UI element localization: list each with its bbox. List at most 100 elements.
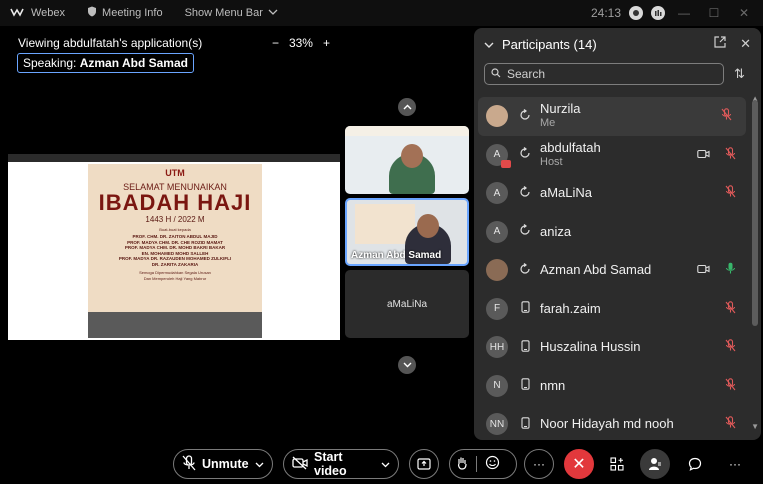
poster-name: DR. ZARITA ZAKARIA [151, 261, 199, 267]
participant-scrollbar[interactable] [752, 100, 758, 326]
shared-content-area: Viewing abdulfatah's application(s) − 33… [8, 28, 340, 440]
chat-icon [688, 457, 702, 471]
participant-row[interactable]: Aaniza [474, 213, 750, 252]
participant-name-block: aniza [540, 223, 572, 239]
close-window-icon[interactable]: ✕ [733, 6, 755, 20]
zoom-out-button[interactable]: − [272, 36, 279, 50]
scroll-down-arrow-icon[interactable]: ▼ [751, 422, 759, 431]
sync-icon [518, 262, 532, 278]
ellipsis-icon: ··· [729, 457, 741, 471]
show-menu-bar-button[interactable]: Show Menu Bar [185, 7, 278, 19]
panel-title: Participants (14) [502, 36, 597, 52]
title-bar: Webex Meeting Info Show Menu Bar 24:13 —… [0, 0, 763, 26]
reactions-icon[interactable] [485, 455, 500, 473]
participant-name: aniza [540, 223, 572, 239]
mic-muted-icon[interactable] [725, 378, 736, 394]
sort-icon[interactable]: ⇅ [734, 66, 745, 82]
participant-row[interactable]: NN Noor Hidayah md nooh [474, 405, 750, 440]
participant-row[interactable]: Nurzila Me [478, 97, 746, 136]
avatar: HH [486, 336, 508, 359]
shared-screen[interactable]: UTM SELAMAT MENUNAIKAN IBADAH HAJI 1443 … [8, 154, 340, 340]
reactions-group [449, 449, 517, 479]
hajj-poster: UTM SELAMAT MENUNAIKAN IBADAH HAJI 1443 … [88, 164, 262, 338]
participant-name-block: aMaLiNa [540, 186, 592, 200]
mic-muted-icon[interactable] [721, 108, 732, 124]
zoom-in-button[interactable]: + [323, 36, 330, 50]
video-tile-active-speaker[interactable]: Azman Abd Samad [345, 198, 469, 266]
mic-muted-icon[interactable] [725, 147, 736, 163]
poster-logo: UTM [165, 168, 185, 178]
participant-name-block: Azman Abd Samad [540, 263, 651, 277]
avatar: NN [486, 413, 508, 436]
participant-row[interactable]: AaMaLiNa [474, 174, 750, 213]
mic-muted-icon[interactable] [725, 301, 736, 317]
show-menu-bar-label: Show Menu Bar [184, 7, 263, 19]
chevron-down-icon [381, 457, 390, 471]
record-icon[interactable] [629, 6, 643, 20]
participants-panel: Participants (14) ✕ Search ⇅ Nurzila Me Aa… [474, 28, 761, 440]
participant-name-block: nmn [540, 378, 565, 393]
search-placeholder: Search [507, 67, 546, 81]
participant-name: Nurzila [540, 101, 581, 117]
raise-hand-icon[interactable] [456, 456, 468, 473]
meeting-info-label: Meeting Info [102, 7, 163, 19]
mic-muted-icon[interactable] [725, 416, 736, 432]
meeting-timer: 24:13 [590, 6, 621, 20]
shield-icon [87, 6, 97, 20]
apps-button[interactable] [602, 449, 632, 479]
participant-name-block: Nurzila Me [540, 102, 580, 130]
scroll-down-button[interactable] [398, 356, 416, 374]
participants-button[interactable] [640, 449, 670, 479]
avatar-initials: A [493, 187, 501, 199]
participants-icon [649, 458, 661, 470]
video-tile-no-camera[interactable]: aMaLiNa [345, 270, 469, 338]
mobile-device-icon [518, 301, 532, 316]
participant-row[interactable]: Ffarah.zaim [474, 290, 750, 329]
mic-muted-icon[interactable] [725, 185, 736, 201]
start-video-button[interactable]: Start video [283, 449, 399, 479]
avatar-initials: A [493, 149, 501, 161]
mic-muted-icon[interactable] [725, 339, 736, 355]
webex-logo-icon [10, 7, 26, 20]
participant-row[interactable]: Azman Abd Samad [474, 251, 750, 290]
sync-icon [518, 108, 532, 124]
scroll-up-button[interactable] [398, 98, 416, 116]
more-options-button[interactable]: ··· [524, 449, 554, 479]
share-button[interactable] [409, 449, 439, 479]
participant-name: Azman Abd Samad [540, 262, 652, 278]
chevron-up-icon [403, 104, 411, 110]
viewing-application-label: Viewing abdulfatah's application(s) [18, 36, 203, 50]
maximize-icon[interactable]: ☐ [703, 6, 725, 20]
participant-search-input[interactable]: Search [484, 63, 724, 85]
unmute-button[interactable]: Unmute [173, 449, 273, 479]
participant-row[interactable]: Aabdulfatah Host [474, 136, 750, 175]
poster-wish2: Dan Memperoleh Haji Yang Mabrur [143, 276, 207, 281]
minimize-icon[interactable]: — [673, 6, 695, 20]
participant-list: Nurzila Me Aabdulfatah Host AaMaLiNa Aaniza Az… [474, 97, 750, 440]
video-on-icon [697, 263, 710, 277]
chat-button[interactable] [680, 449, 710, 479]
audio-stats-icon[interactable] [651, 6, 665, 20]
poster-dedication: Buat-buat kepada [159, 227, 191, 232]
sync-icon [518, 224, 532, 239]
mic-active-icon[interactable] [725, 262, 736, 278]
collapse-panel-icon[interactable] [484, 37, 494, 52]
participant-name: aMaLiNa [540, 185, 593, 201]
participant-row[interactable]: HH Huszalina Hussin [474, 328, 750, 367]
avatar [486, 105, 508, 128]
avatar [486, 259, 508, 282]
pop-out-icon[interactable] [714, 36, 726, 52]
more-panels-button[interactable]: ··· [720, 449, 750, 479]
apps-icon [610, 457, 624, 471]
participant-row[interactable]: Nnmn [474, 367, 750, 406]
avatar-initials: N [493, 380, 501, 392]
mobile-device-icon [518, 378, 532, 393]
video-tile[interactable] [345, 126, 469, 194]
participant-name-block: Huszalina Hussin [540, 340, 640, 354]
participant-name-block: farah.zaim [540, 301, 601, 316]
avatar-initials: NN [489, 418, 505, 430]
close-panel-icon[interactable]: ✕ [740, 36, 751, 52]
end-call-button[interactable]: ✕ [564, 449, 594, 479]
zoom-level: 33% [288, 36, 313, 50]
meeting-info-button[interactable]: Meeting Info [87, 6, 163, 20]
